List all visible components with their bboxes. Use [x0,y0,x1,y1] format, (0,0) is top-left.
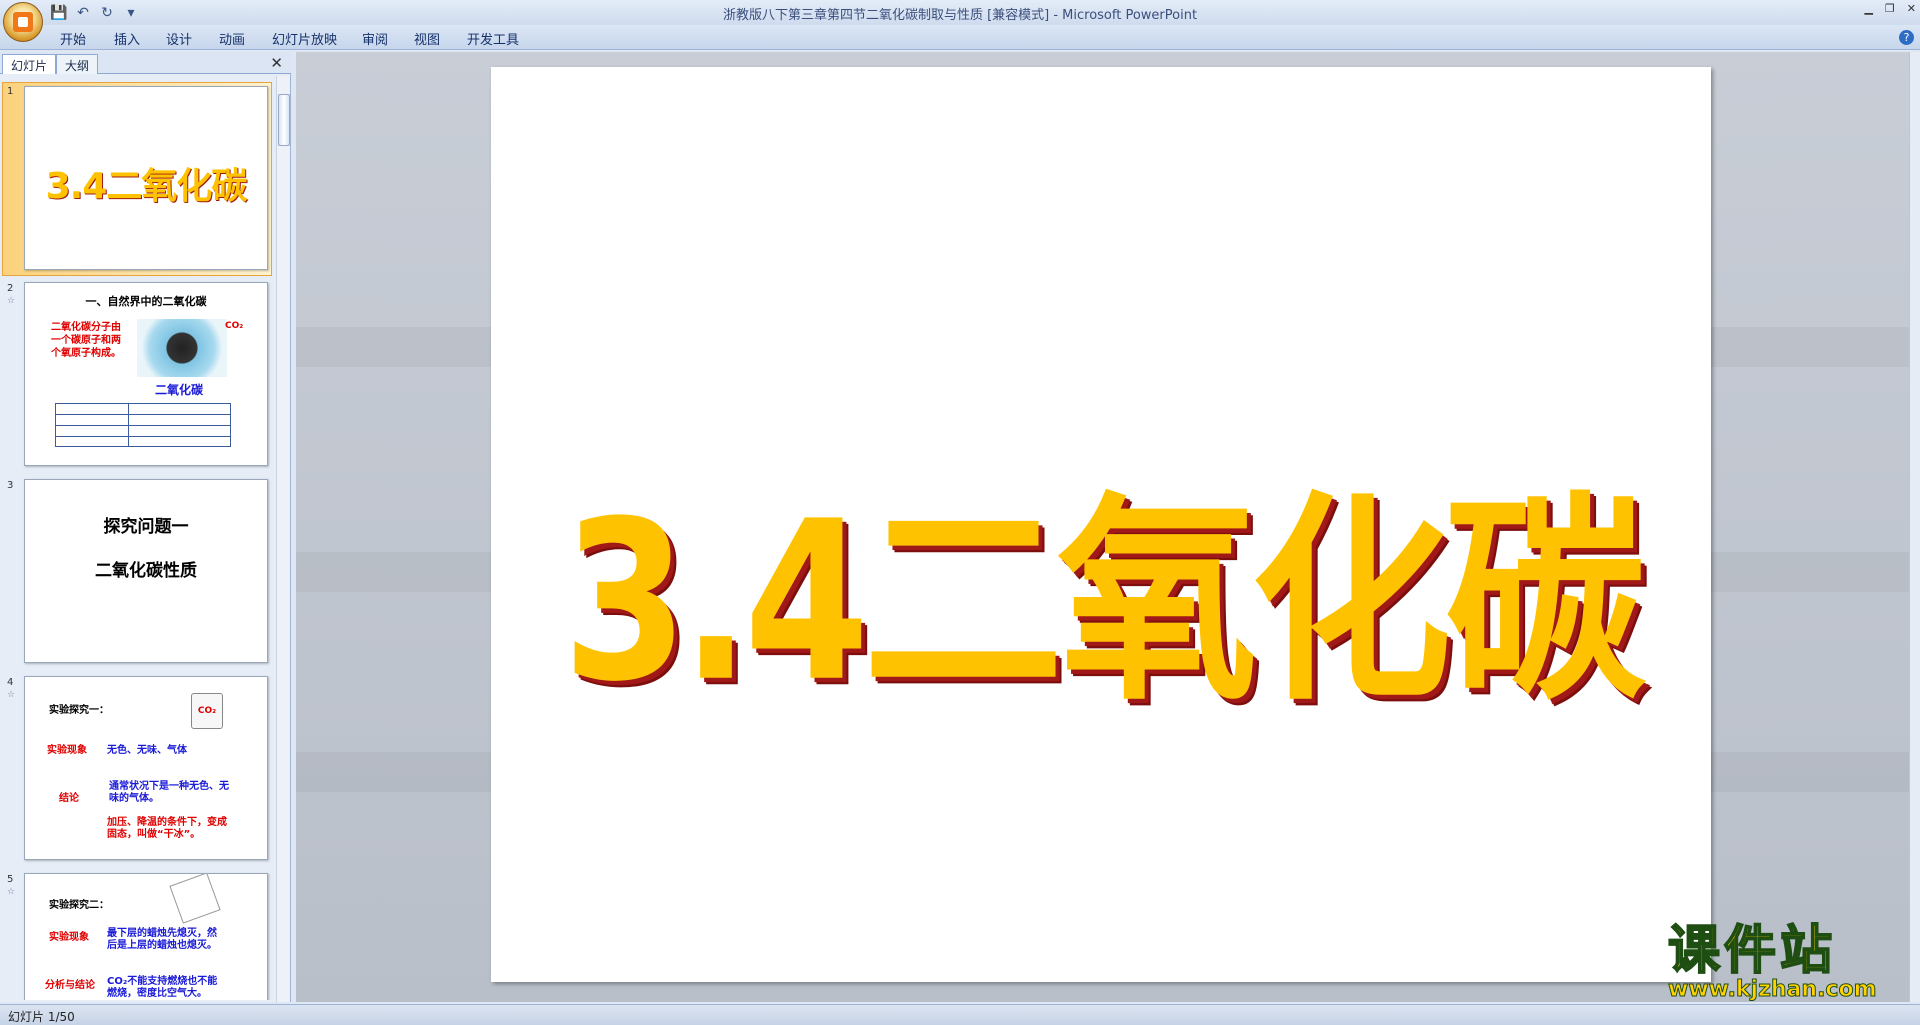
thumb-title: 3.4二氧化碳 [45,166,248,207]
close-pane-icon[interactable]: ✕ [270,54,283,72]
tab-slides[interactable]: 幻灯片 [2,54,57,74]
label-analysis: 分析与结论 [45,980,95,991]
slide-number: 4 [7,677,14,688]
tab-review[interactable]: 审阅 [362,29,388,48]
slide-number: 3 [7,480,14,491]
slide-title[interactable]: 3.4二氧化碳 [491,423,1711,742]
thumb-text: 二氧化碳分子由一个碳原子和两个氧原子构成。 [51,322,121,359]
pane-tabs: 幻灯片 大纲 ✕ [0,52,291,74]
slide-number: 2 [7,283,14,294]
label-phenomenon: 实验现象 [49,932,89,943]
value-analysis: CO₂不能支持燃烧也不能燃烧，密度比空气大。 [107,976,218,999]
office-logo-icon [13,12,33,32]
tab-design[interactable]: 设计 [166,29,192,48]
slide-thumbnail-4[interactable]: 实验探究一： CO₂ 实验现象 无色、无味、气体 结论 通常状况下是一种无色、无… [24,676,268,860]
window-controls: ▁ ❐ ✕ [1864,2,1916,15]
current-slide[interactable]: 3.4二氧化碳 [491,67,1711,982]
minimize-icon[interactable]: ▁ [1864,2,1872,15]
thumb-head: 实验探究一： [49,705,109,716]
tab-home[interactable]: 开始 [60,29,86,48]
animation-star-icon: ☆ [7,296,16,306]
slide-number: 5 [7,874,14,885]
thumbnail-list: 1 3.4二氧化碳 2 ☆ 一、自然界中的二氧化碳 二氧化碳分子由一个碳原子和两… [0,76,273,1000]
help-icon[interactable]: ? [1899,30,1914,45]
slide-number: 1 [7,86,14,97]
slide-thumbnail-1[interactable]: 3.4二氧化碳 [24,86,268,270]
value-phenomenon: 无色、无味、气体 [107,745,187,756]
label-phenomenon: 实验现象 [47,745,87,756]
value-phenomenon: 最下层的蜡烛先熄灭，然后是上层的蜡烛也熄灭。 [107,928,217,951]
thumb-head: 实验探究二： [49,900,109,911]
tab-view[interactable]: 视图 [414,29,440,48]
window-title: 浙教版八下第三章第四节二氧化碳制取与性质 [兼容模式] - Microsoft … [722,8,1198,23]
animation-star-icon: ☆ [7,690,16,700]
slide-editing-area: 3.4二氧化碳 [296,52,1909,1002]
thumb-caption: 二氧化碳 [155,383,204,397]
co2-label: CO₂ [225,321,244,331]
value-dry-ice: 加压、降温的条件下，变成固态，叫做“干冰”。 [107,817,227,840]
slide-thumbnail-3[interactable]: 探究问题一 二氧化碳性质 [24,479,268,663]
slide-thumbnail-2[interactable]: 一、自然界中的二氧化碳 二氧化碳分子由一个碳原子和两个氧原子构成。 CO₂ 二氧… [24,282,268,466]
tab-outline[interactable]: 大纲 [56,54,99,74]
title-bar: 💾 ↶ ↻ ▾ 浙教版八下第三章第四节二氧化碳制取与性质 [兼容模式] - Mi… [0,0,1920,25]
ribbon-tabs: 开始 插入 设计 动画 幻灯片放映 审阅 视图 开发工具 ? [0,25,1920,50]
slide-thumbnail-5[interactable]: 实验探究二： 实验现象 最下层的蜡烛先熄灭，然后是上层的蜡烛也熄灭。 分析与结论… [24,873,268,1000]
tab-animations[interactable]: 动画 [219,29,245,48]
watermark-main: 课件站 [1667,921,1837,981]
value-conclusion: 通常状况下是一种无色、无味的气体。 [109,781,229,804]
scroll-thumb[interactable] [278,94,290,146]
watermark-url: www.kjzhan.com [1668,977,1878,1002]
experiment-image [169,874,221,924]
thumb-line1: 探究问题一 [103,517,189,537]
office-button[interactable] [3,2,43,42]
animation-star-icon: ☆ [7,887,16,897]
label-conclusion: 结论 [59,793,79,804]
data-table-image [55,403,231,447]
status-bar: 幻灯片 1/50 [0,1004,1920,1025]
close-icon[interactable]: ✕ [1907,2,1916,15]
tab-developer[interactable]: 开发工具 [467,29,519,48]
tab-insert[interactable]: 插入 [114,29,140,48]
co2-bottle-label: CO₂ [197,706,217,716]
thumb-title: 一、自然界中的二氧化碳 [85,295,207,308]
slide-count: 幻灯片 1/50 [8,1010,75,1024]
watermark-logo: 课件站 www.kjzhan.com [1667,921,1908,1004]
restore-icon[interactable]: ❐ [1885,2,1895,15]
thumbnail-scrollbar[interactable] [276,76,290,1002]
thumb-line2: 二氧化碳性质 [95,561,197,581]
vertical-scrollbar[interactable] [1909,52,1920,1002]
tab-slideshow[interactable]: 幻灯片放映 [272,29,337,48]
slides-pane: 幻灯片 大纲 ✕ 1 3.4二氧化碳 2 ☆ 一、自然界中的二氧化碳 二氧化碳分… [0,52,291,1002]
co2-bottle-icon: CO₂ [191,693,223,729]
co2-molecule-image [137,319,227,377]
